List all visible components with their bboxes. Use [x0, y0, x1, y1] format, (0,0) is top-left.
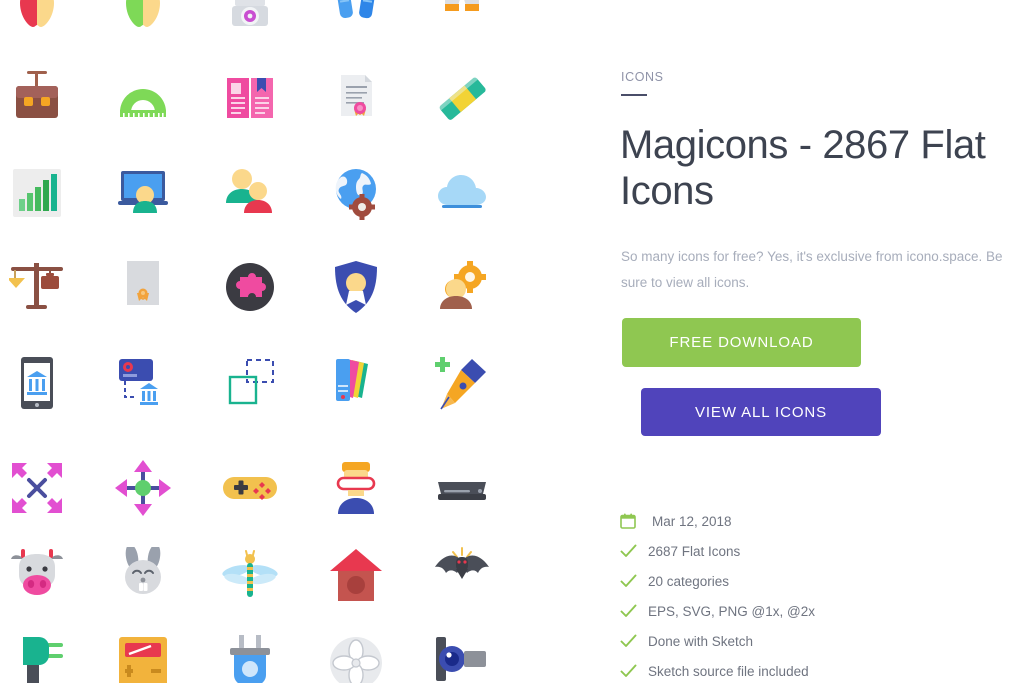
- protractor-icon[interactable]: [111, 66, 175, 130]
- plug-blue-icon[interactable]: [218, 631, 282, 683]
- vr-headset-icon[interactable]: [324, 456, 388, 520]
- product-detail-panel: ICONS Magicons - 2867 Flat Icons So many…: [620, 0, 1024, 683]
- cctv-camera-icon[interactable]: [430, 631, 494, 683]
- list-item-label: Done with Sketch: [648, 633, 754, 649]
- check-icon: [620, 634, 648, 649]
- multimeter-icon[interactable]: [111, 631, 175, 683]
- selection-frames-icon[interactable]: [218, 351, 282, 415]
- list-item-label: Mar 12, 2018: [652, 513, 732, 529]
- icon-grid: [0, 0, 520, 683]
- card-to-bank-icon[interactable]: [111, 351, 175, 415]
- power-plug-green-icon[interactable]: [5, 631, 69, 683]
- list-item: Sketch source file included: [620, 656, 1020, 683]
- eyebrow-divider: [621, 94, 647, 96]
- feature-list: Mar 12, 2018 2687 Flat Icons 20 categori…: [620, 506, 1020, 683]
- set-top-box-icon[interactable]: [430, 456, 494, 520]
- product-description: So many icons for free? Yes, it's exclus…: [621, 248, 1003, 290]
- open-book-icon[interactable]: [218, 66, 282, 130]
- list-item-label: EPS, SVG, PNG @1x, @2x: [648, 603, 815, 619]
- apple-red-icon[interactable]: [5, 0, 69, 42]
- list-item: Done with Sketch: [620, 626, 1020, 656]
- color-swatches-icon[interactable]: [324, 351, 388, 415]
- page-root: ICONS Magicons - 2867 Flat Icons So many…: [0, 0, 1024, 683]
- gamepad-icon[interactable]: [218, 456, 282, 520]
- list-item-label: Sketch source file included: [648, 663, 809, 679]
- list-item-label: 20 categories: [648, 573, 730, 589]
- list-item: 2687 Flat Icons: [620, 536, 1020, 566]
- briefcase-icon[interactable]: [5, 66, 69, 130]
- category-eyebrow: ICONS: [621, 70, 664, 84]
- hand-grip-icon[interactable]: [324, 0, 388, 42]
- move-arrows-icon[interactable]: [111, 456, 175, 520]
- free-download-button[interactable]: FREE DOWNLOAD: [622, 318, 861, 367]
- shorts-icon[interactable]: [430, 0, 494, 42]
- dragonfly-icon[interactable]: [218, 543, 282, 607]
- certificate-document-icon[interactable]: [324, 66, 388, 130]
- page-title: Magicons - 2867 Flat Icons: [620, 123, 986, 213]
- cloud-icon[interactable]: [430, 161, 494, 225]
- birdhouse-icon[interactable]: [324, 543, 388, 607]
- cow-icon[interactable]: [5, 543, 69, 607]
- weighing-scale-icon[interactable]: [218, 0, 282, 42]
- two-users-icon[interactable]: [218, 161, 282, 225]
- calendar-icon: [620, 513, 648, 529]
- check-icon: [620, 604, 648, 619]
- check-icon: [620, 544, 648, 559]
- check-icon: [620, 574, 648, 589]
- global-settings-icon[interactable]: [324, 161, 388, 225]
- mobile-banking-icon[interactable]: [5, 351, 69, 415]
- list-item: 20 categories: [620, 566, 1020, 596]
- expand-arrows-icon[interactable]: [5, 456, 69, 520]
- bar-chart-icon[interactable]: [5, 161, 69, 225]
- balance-scale-icon[interactable]: [5, 255, 69, 319]
- check-icon: [620, 664, 648, 679]
- online-learning-icon[interactable]: [111, 161, 175, 225]
- bat-icon[interactable]: [430, 543, 494, 607]
- list-item: EPS, SVG, PNG @1x, @2x: [620, 596, 1020, 626]
- rabbit-icon[interactable]: [111, 543, 175, 607]
- eraser-icon[interactable]: [430, 66, 494, 130]
- diploma-icon[interactable]: [111, 255, 175, 319]
- list-item-label: 2687 Flat Icons: [648, 543, 741, 559]
- apple-green-icon[interactable]: [111, 0, 175, 42]
- fountain-pen-icon[interactable]: [430, 351, 494, 415]
- user-gears-icon[interactable]: [430, 255, 494, 319]
- list-item: Mar 12, 2018: [620, 506, 1020, 536]
- shield-award-icon[interactable]: [324, 255, 388, 319]
- fan-icon[interactable]: [324, 631, 388, 683]
- view-all-icons-button[interactable]: VIEW ALL ICONS: [641, 388, 881, 436]
- puzzle-piece-icon[interactable]: [218, 255, 282, 319]
